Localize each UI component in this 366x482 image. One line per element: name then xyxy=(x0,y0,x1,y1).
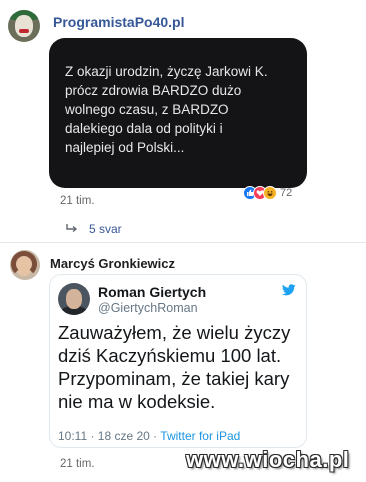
reaction-summary[interactable]: 72 xyxy=(243,184,292,202)
comment-timestamp[interactable]: 21 tim. xyxy=(60,458,95,470)
site-watermark: www.wiocha.pl xyxy=(186,447,350,472)
tweet-author-avatar xyxy=(58,283,90,315)
tweet-text: Zauważyłem, że wielu życzy dziś Kaczyńsk… xyxy=(58,322,291,412)
comment-author-link[interactable]: Marcyś Gronkiewicz xyxy=(50,256,175,271)
tweet-source-link[interactable]: Twitter for iPad xyxy=(160,429,240,443)
tweet-meta: 10:11 · 18 cze 20 · Twitter for iPad xyxy=(58,429,240,443)
replies-count-label: 5 svar xyxy=(89,222,122,236)
view-replies-link[interactable]: 5 svar xyxy=(66,222,122,236)
reaction-count: 72 xyxy=(280,187,293,199)
comment-divider xyxy=(0,242,366,243)
tweet-author-name: Roman Giertych xyxy=(98,284,207,300)
tweet-author-handle: @GiertychRoman xyxy=(98,301,198,315)
twitter-bird-icon xyxy=(282,284,296,296)
comment-author-link[interactable]: ProgramistaPo40.pl xyxy=(53,14,185,30)
embedded-tweet-card[interactable]: Roman Giertych @GiertychRoman Zauważyłem… xyxy=(49,274,307,448)
tweet-timestamp: 10:11 · 18 cze 20 · xyxy=(58,429,161,443)
haha-icon xyxy=(263,186,277,200)
commenter-avatar[interactable] xyxy=(8,10,40,42)
comment-bubble: Z okazji urodzin, życzę Jarkowi K. prócz… xyxy=(49,38,307,188)
commenter-avatar[interactable] xyxy=(10,250,40,280)
comment-timestamp[interactable]: 21 tim. xyxy=(60,195,95,207)
comment-text: Z okazji urodzin, życzę Jarkowi K. prócz… xyxy=(65,64,268,155)
reply-arrow-icon xyxy=(66,224,78,233)
